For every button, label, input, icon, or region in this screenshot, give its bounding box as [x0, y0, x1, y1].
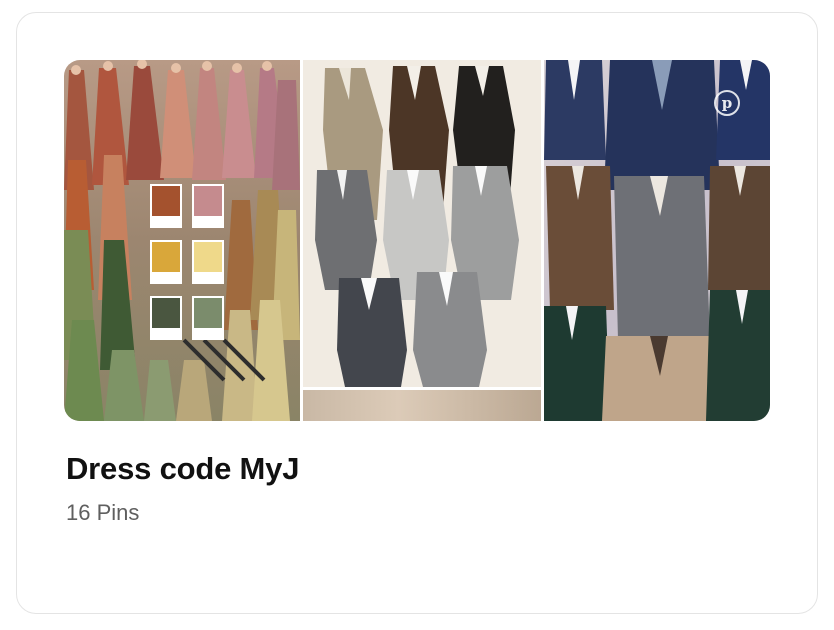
pinterest-logo-icon: p [714, 90, 740, 116]
board-cover-collage[interactable]: p [64, 60, 770, 421]
pin-count: 16 Pins [66, 500, 140, 525]
board-title[interactable]: Dress code MyJ [66, 451, 299, 487]
cover-image-suits-grey [303, 60, 541, 421]
cover-image-suits-colors: p [544, 60, 770, 421]
cover-image-dresses [64, 60, 300, 421]
